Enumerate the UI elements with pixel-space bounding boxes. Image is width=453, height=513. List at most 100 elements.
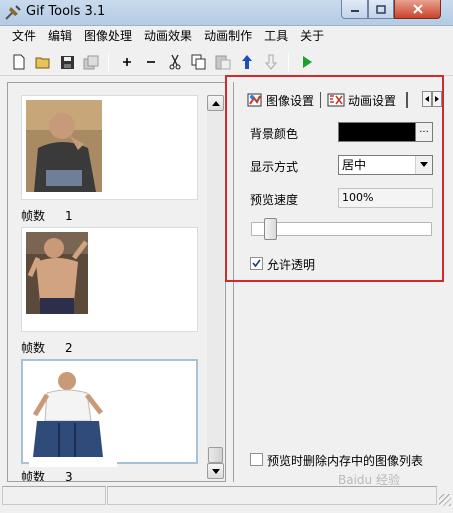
tab-animation-settings[interactable]: 动画设置 [323,89,400,111]
frame-number: 2 [65,341,73,355]
menu-file[interactable]: 文件 [6,27,42,46]
add-frame-icon [123,58,131,66]
menu-edit[interactable]: 编辑 [42,27,78,46]
remove-frame-icon [147,61,155,63]
tab-divider [320,92,322,108]
preview-speed-value-field: 100% [338,188,433,208]
preview-speed-slider[interactable] [251,222,432,236]
delete-image-list-checkbox[interactable] [250,453,263,466]
tab-scroll-right-button[interactable] [432,91,442,107]
arrow-left-icon [425,96,429,102]
status-cell-1 [2,486,106,505]
menu-bar: 文件 编辑 图像处理 动画效果 动画制作 工具 关于 [0,26,453,47]
cut-icon [169,54,181,70]
frame-thumbnail-3[interactable] [21,359,198,467]
close-icon [412,4,423,14]
slider-thumb[interactable] [264,218,278,240]
frame-label-text: 帧数 [21,341,46,355]
delete-image-list-label: 预览时删除内存中的图像列表 [267,454,424,468]
tab-image-settings[interactable]: 图像设置 [243,89,318,111]
color-picker-button[interactable]: ... [415,123,432,141]
new-file-button[interactable] [10,53,28,71]
scroll-down-button[interactable] [207,463,224,479]
checkmark-icon [252,259,261,268]
scroll-up-button[interactable] [207,95,224,111]
tab-scroll-buttons [422,91,442,107]
play-icon [303,56,312,68]
move-down-button[interactable] [262,53,280,71]
app-window: Gif Tools 3.1 文件 编辑 图像处理 动画效果 动画制作 工具 关于 [0,0,453,513]
frame-label-2: 帧数 2 [21,339,73,356]
menu-tools[interactable]: 工具 [258,27,294,46]
display-mode-select[interactable]: 居中 [338,155,433,175]
frame-image-2 [26,232,88,314]
toolbar-divider-2 [288,53,289,71]
toolbar [0,48,453,76]
maximize-button[interactable] [368,0,394,19]
menu-animation-making[interactable]: 动画制作 [198,27,258,46]
frame-number: 3 [65,470,73,481]
title-bar: Gif Tools 3.1 [0,0,453,26]
save-button[interactable] [58,53,76,71]
allow-transparent-label: 允许透明 [267,258,316,272]
frames-scrollbar[interactable] [207,95,224,479]
frame-image-3 [29,365,117,467]
open-folder-icon [35,57,50,69]
frame-label-text: 帧数 [21,470,46,481]
app-logo-icon [5,5,21,20]
menu-image-processing[interactable]: 图像处理 [78,27,138,46]
paste-icon [215,55,231,70]
tab-divider [406,92,409,108]
chevron-down-icon [420,162,428,167]
frame-thumbnail-1[interactable] [21,95,198,200]
minimize-button[interactable] [341,0,368,19]
display-mode-value: 居中 [342,158,367,172]
resize-grip[interactable] [439,494,451,506]
animation-settings-icon [327,93,345,107]
frames-list: 帧数 1 帧数 2 帧数 3 [8,83,208,481]
toolbar-divider [108,53,109,71]
copy-frames-button[interactable] [82,53,100,71]
remove-frame-button[interactable] [142,53,160,71]
tab-scroll-left-button[interactable] [422,91,432,107]
dropdown-button[interactable] [415,156,432,174]
status-bar [0,486,453,508]
paste-button[interactable] [214,53,232,71]
frame-number: 1 [65,209,73,223]
cut-button[interactable] [166,53,184,71]
image-settings-icon [247,93,262,107]
preview-speed-value: 100% [342,191,374,204]
close-button[interactable] [394,0,441,19]
tab-label: 图像设置 [266,93,315,108]
settings-panel [233,82,443,482]
frame-image-1 [26,100,102,192]
minimize-icon [350,10,359,12]
allow-transparent-checkbox[interactable] [250,257,263,270]
scroll-thumb[interactable] [208,447,223,463]
open-button[interactable] [34,53,52,71]
tab-label: 动画设置 [348,93,397,108]
frame-thumbnail-2[interactable] [21,227,198,332]
frame-label-3: 帧数 3 [21,468,73,481]
settings-tabs: 图像设置 动画设置 [243,89,410,111]
display-mode-label: 显示方式 [250,160,299,174]
save-icon [60,55,74,69]
add-frame-button[interactable] [118,53,136,71]
background-color-label: 背景颜色 [250,127,299,141]
menu-about[interactable]: 关于 [294,27,330,46]
move-up-button[interactable] [238,53,256,71]
menu-animation-effects[interactable]: 动画效果 [138,27,198,46]
arrow-down-icon [211,468,220,474]
frame-label-1: 帧数 1 [21,207,73,224]
copy-button[interactable] [190,53,208,71]
copy-frames-icon [83,55,99,69]
play-button[interactable] [298,53,316,71]
status-cell-2 [107,486,437,505]
move-up-icon [242,55,252,69]
copy-icon [191,54,206,70]
maximize-icon [376,4,386,14]
arrow-right-icon [435,96,439,102]
background-color-swatch[interactable]: ... [338,122,433,142]
new-file-icon [13,54,25,70]
move-down-icon [265,54,277,70]
